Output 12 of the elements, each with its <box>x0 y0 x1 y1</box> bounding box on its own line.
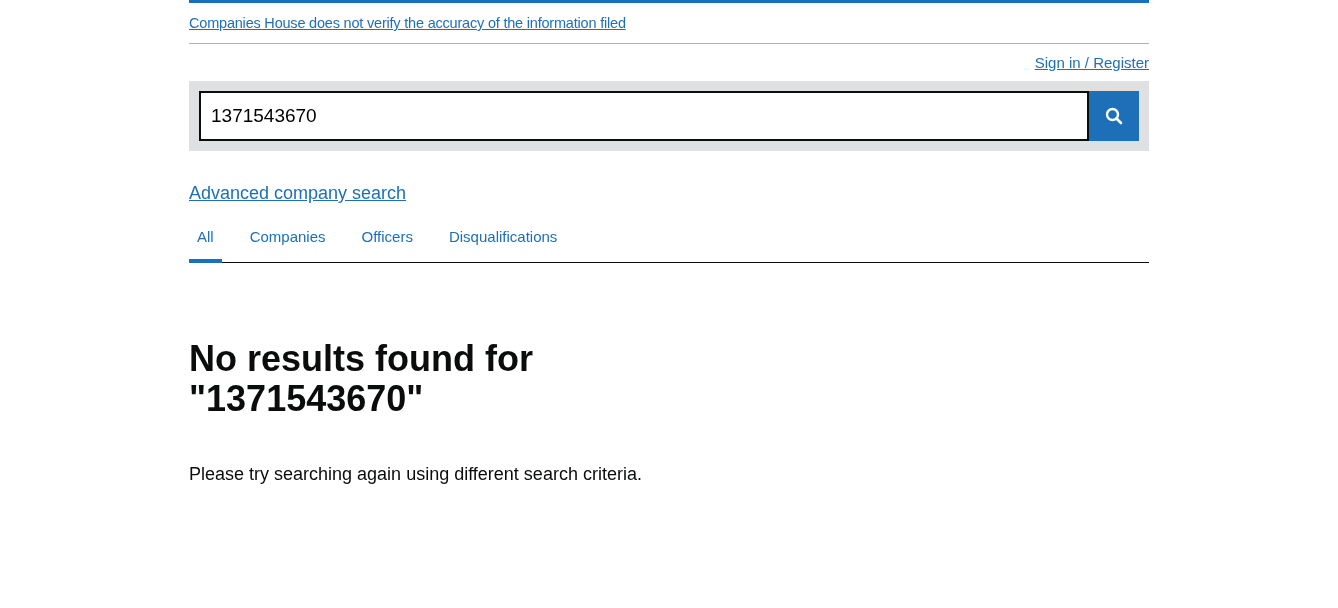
search-icon <box>1105 107 1123 125</box>
notice-link[interactable]: Companies House does not verify the accuracy of the information filed <box>189 15 626 31</box>
results-heading: No results found for "1371543670" <box>189 339 534 419</box>
sign-in-link[interactable]: Sign in / Register <box>1034 54 1149 71</box>
advanced-search-link[interactable]: Advanced company search <box>189 183 407 204</box>
search-field[interactable]: 1371543670 <box>199 91 1089 141</box>
tab[interactable]: Companies <box>241 222 334 263</box>
search-button[interactable] <box>1089 91 1139 141</box>
message-text: Please try searching again using different search criteria. <box>189 464 643 486</box>
tab[interactable]: Officers <box>353 222 421 263</box>
tab[interactable]: All <box>189 222 222 263</box>
tab[interactable]: Disqualifications <box>440 222 566 263</box>
